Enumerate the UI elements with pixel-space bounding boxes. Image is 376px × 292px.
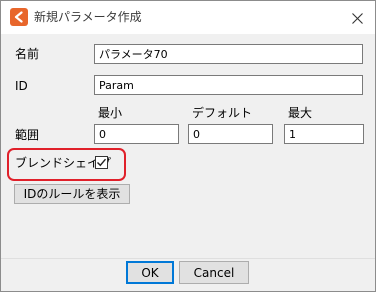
id-label: ID: [15, 79, 28, 93]
max-input[interactable]: [284, 124, 364, 144]
name-label: 名前: [15, 47, 40, 61]
show-id-rules-button[interactable]: IDのルールを表示: [14, 184, 130, 204]
ok-button[interactable]: OK: [126, 261, 174, 284]
close-button[interactable]: [345, 7, 369, 29]
title-bar: 新規パラメータ作成: [1, 1, 375, 34]
min-input[interactable]: [94, 124, 179, 144]
max-label: 最大: [288, 106, 313, 120]
default-input[interactable]: [188, 124, 273, 144]
checkmark-icon: [97, 158, 107, 167]
default-label: デフォルト: [192, 106, 253, 120]
close-icon: [351, 12, 363, 24]
min-label: 最小: [98, 106, 123, 120]
range-label: 範囲: [15, 128, 40, 142]
dialog-window: 新規パラメータ作成 名前 ID 最小 デフォルト 最大 範囲 ブレンドシェイプ …: [0, 0, 376, 292]
cancel-button[interactable]: Cancel: [179, 261, 249, 284]
window-title: 新規パラメータ作成: [34, 10, 142, 24]
blend-shape-checkbox[interactable]: [95, 156, 108, 169]
id-input[interactable]: [94, 75, 363, 95]
name-input[interactable]: [94, 44, 363, 64]
app-logo-icon: [10, 8, 28, 26]
